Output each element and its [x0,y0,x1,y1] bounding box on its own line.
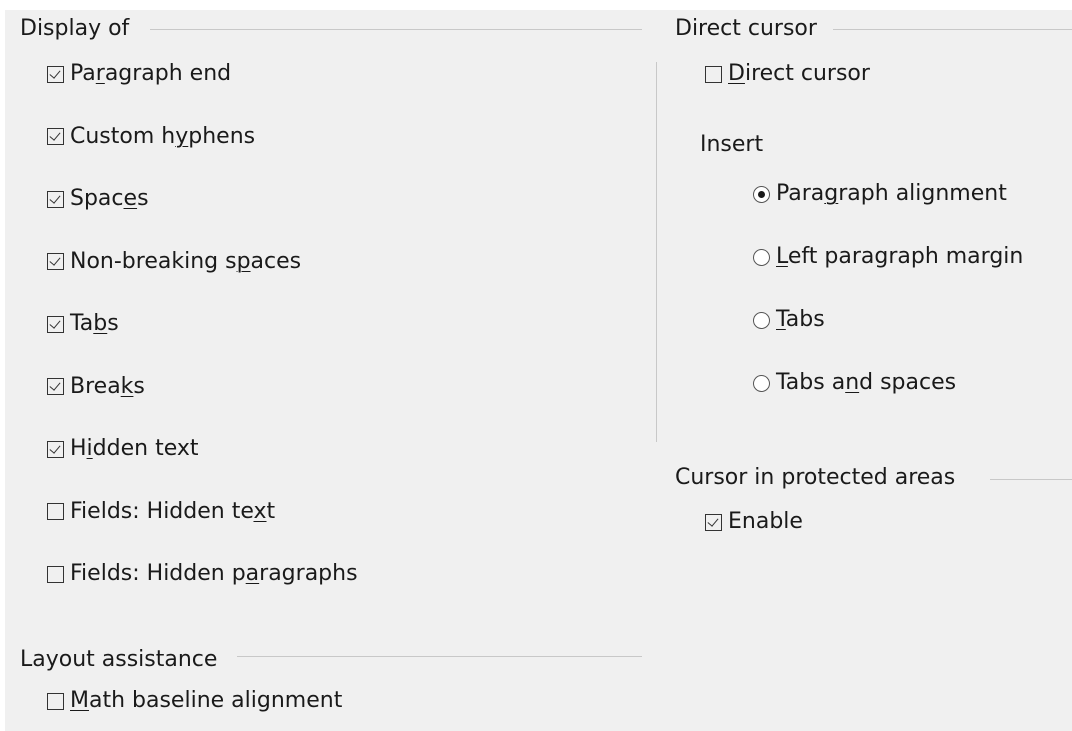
checkbox-fields-hidden-text[interactable]: Fields: Hidden text [47,498,275,526]
cursor-protected-heading: Cursor in protected areas [675,465,956,490]
display-of-heading: Display of [20,16,130,41]
checkbox-enable[interactable]: Enable [705,508,803,536]
radio-button-icon[interactable] [753,248,770,266]
radio-button-icon[interactable] [753,311,770,329]
checkbox-icon[interactable] [47,315,64,333]
radio-paragraph-alignment[interactable]: Paragraph alignment [753,180,1007,208]
checkbox-icon[interactable] [47,128,64,145]
radio-button-icon[interactable] [753,374,770,392]
checkbox-breaks[interactable]: Breaks [47,373,145,401]
checkbox-paragraph-end-label: Paragraph end [70,61,232,86]
checkbox-direct-cursor-label: Direct cursor [728,61,870,86]
layout-assistance-divider [237,656,642,657]
checkbox-hidden-text[interactable]: Hidden text [47,435,199,463]
checkbox-non-breaking-spaces[interactable]: Non-breaking spaces [47,248,301,276]
checkbox-icon[interactable] [47,692,64,710]
radio-tabs-label: Tabs [776,307,825,332]
checkbox-spaces-label: Spaces [70,186,149,211]
checkbox-fields-hidden-paragraphs[interactable]: Fields: Hidden paragraphs [47,560,358,588]
layout-assistance-heading: Layout assistance [20,647,218,672]
options-panel: Display of Paragraph end Custom hyphens Sp… [5,10,1072,731]
checkbox-custom-hyphens[interactable]: Custom hyphens [47,123,255,151]
checkbox-hidden-text-label: Hidden text [70,436,199,461]
radio-button-icon[interactable] [753,185,770,203]
radio-tabs[interactable]: Tabs [753,306,825,334]
checkbox-icon[interactable] [47,190,64,208]
cursor-protected-divider [990,479,1072,480]
checkbox-breaks-label: Breaks [70,373,145,399]
insert-label: Insert [700,132,764,157]
radio-tabs-and-spaces[interactable]: Tabs and spaces [753,369,956,397]
checkbox-direct-cursor[interactable]: Direct cursor [705,60,870,88]
radio-paragraph-alignment-label: Paragraph alignment [776,181,1007,206]
checkbox-paragraph-end[interactable]: Paragraph end [47,60,231,88]
direct-cursor-divider [833,29,1072,30]
radio-left-paragraph-margin[interactable]: Left paragraph margin [753,243,1023,271]
checkbox-non-breaking-spaces-label: Non-breaking spaces [70,248,302,274]
display-of-divider [150,29,642,30]
checkbox-fields-hidden-paragraphs-label: Fields: Hidden paragraphs [70,561,358,586]
column-separator [656,62,657,442]
checkbox-icon[interactable] [47,253,64,270]
checkbox-fields-hidden-text-label: Fields: Hidden text [70,498,276,524]
checkbox-icon[interactable] [47,378,64,395]
checkbox-icon[interactable] [47,565,64,583]
radio-left-paragraph-margin-label: Left paragraph margin [776,244,1024,269]
checkbox-math-baseline-alignment[interactable]: Math baseline alignment [47,687,342,715]
checkbox-custom-hyphens-label: Custom hyphens [70,123,256,149]
checkbox-enable-label: Enable [728,509,803,534]
checkbox-math-baseline-alignment-label: Math baseline alignment [70,688,343,713]
checkbox-icon[interactable] [47,440,64,458]
checkbox-tabs-label: Tabs [70,311,119,336]
checkbox-tabs[interactable]: Tabs [47,310,119,338]
checkbox-icon[interactable] [47,503,64,520]
checkbox-spaces[interactable]: Spaces [47,185,149,213]
checkbox-icon[interactable] [705,513,722,531]
checkbox-icon[interactable] [705,65,722,83]
radio-tabs-and-spaces-label: Tabs and spaces [776,370,957,395]
direct-cursor-heading: Direct cursor [675,16,817,41]
checkbox-icon[interactable] [47,65,64,83]
